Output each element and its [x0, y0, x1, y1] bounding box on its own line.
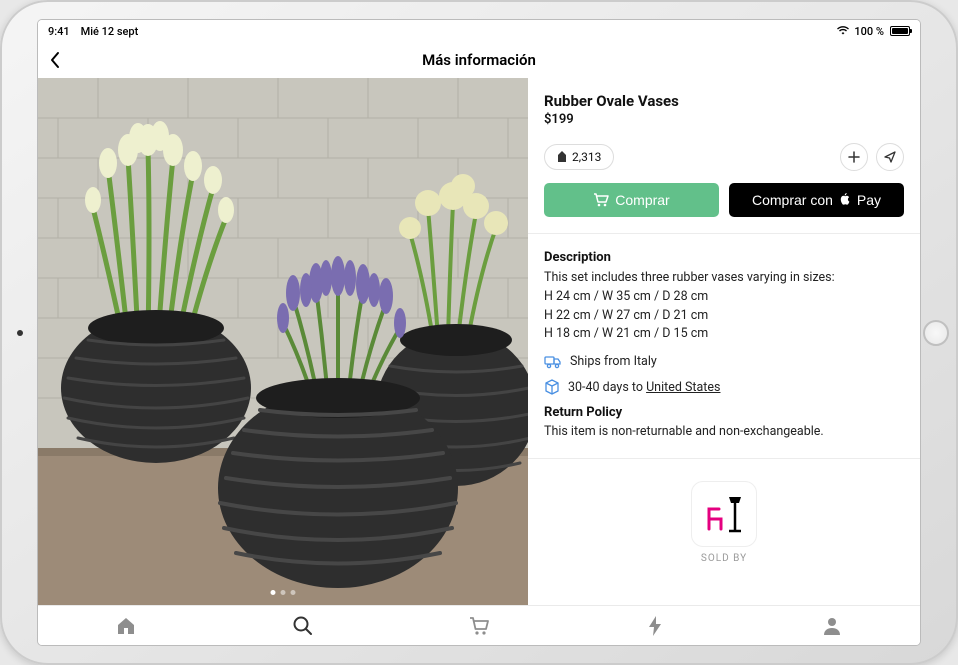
send-icon: [884, 151, 896, 163]
product-title: Rubber Ovale Vases: [544, 92, 904, 110]
sold-by-label: SOLD BY: [701, 553, 747, 564]
home-icon: [115, 616, 137, 636]
truck-icon: [544, 355, 562, 369]
product-price: $199: [544, 112, 904, 127]
apple-pay-suffix: Pay: [857, 192, 881, 208]
return-policy-heading: Return Policy: [544, 405, 904, 420]
tab-home[interactable]: [38, 616, 214, 636]
add-button[interactable]: [840, 143, 868, 171]
device-home-button[interactable]: [923, 320, 949, 346]
section-divider: [528, 233, 920, 234]
tab-bar: [38, 605, 920, 645]
apple-pay-button[interactable]: Comprar con Pay: [729, 183, 904, 217]
tab-profile[interactable]: [744, 616, 920, 636]
bolt-icon: [646, 615, 664, 637]
status-date: Mié 12 sept: [81, 25, 139, 38]
back-button[interactable]: [48, 50, 62, 70]
product-details: Rubber Ovale Vases $199 2,313: [528, 78, 920, 605]
person-icon: [822, 616, 842, 636]
gallery-pagination[interactable]: [271, 590, 296, 595]
section-divider: [528, 458, 920, 459]
description-heading: Description: [544, 250, 904, 265]
return-policy-body: This item is non-returnable and non-exch…: [544, 423, 904, 442]
eta-prefix: 30-40 days to: [568, 380, 646, 395]
apple-pay-prefix: Comprar con: [752, 192, 833, 208]
nav-bar: Más información: [38, 42, 920, 78]
product-image: [38, 78, 528, 605]
tab-cart[interactable]: [391, 616, 567, 636]
seller-card[interactable]: SOLD BY: [544, 481, 904, 564]
page-title: Más información: [422, 51, 536, 69]
product-gallery[interactable]: [38, 78, 528, 605]
buy-button-label: Comprar: [615, 192, 669, 208]
ships-from-text: Ships from Italy: [570, 354, 657, 369]
cart-icon: [593, 193, 609, 207]
shipping-eta[interactable]: 30-40 days to United States: [568, 380, 720, 395]
plus-icon: [848, 151, 860, 163]
device-camera: [17, 330, 23, 336]
tag-icon: [557, 151, 567, 163]
status-time: 9:41: [48, 25, 70, 38]
chevron-left-icon: [48, 50, 62, 70]
status-bar: 9:41 Mié 12 sept 100 %: [38, 20, 920, 42]
like-count: 2,313: [572, 150, 601, 164]
eta-destination-link[interactable]: United States: [646, 380, 720, 395]
battery-icon: [890, 26, 910, 36]
cart-icon: [468, 616, 490, 636]
battery-pct: 100 %: [854, 25, 884, 38]
apple-logo-icon: [839, 193, 851, 207]
buy-button[interactable]: Comprar: [544, 183, 719, 217]
like-count-pill[interactable]: 2,313: [544, 144, 614, 170]
tab-activity[interactable]: [567, 615, 743, 637]
search-icon: [292, 615, 314, 637]
tab-search[interactable]: [214, 615, 390, 637]
share-button[interactable]: [876, 143, 904, 171]
dimension-line: H 24 cm / W 35 cm / D 28 cm: [544, 288, 904, 307]
package-icon: [544, 379, 560, 395]
dimension-line: H 22 cm / W 27 cm / D 21 cm: [544, 307, 904, 326]
dimension-line: H 18 cm / W 21 cm / D 15 cm: [544, 325, 904, 344]
seller-logo: [691, 481, 757, 547]
wifi-icon: [836, 25, 850, 38]
description-intro: This set includes three rubber vases var…: [544, 270, 835, 285]
